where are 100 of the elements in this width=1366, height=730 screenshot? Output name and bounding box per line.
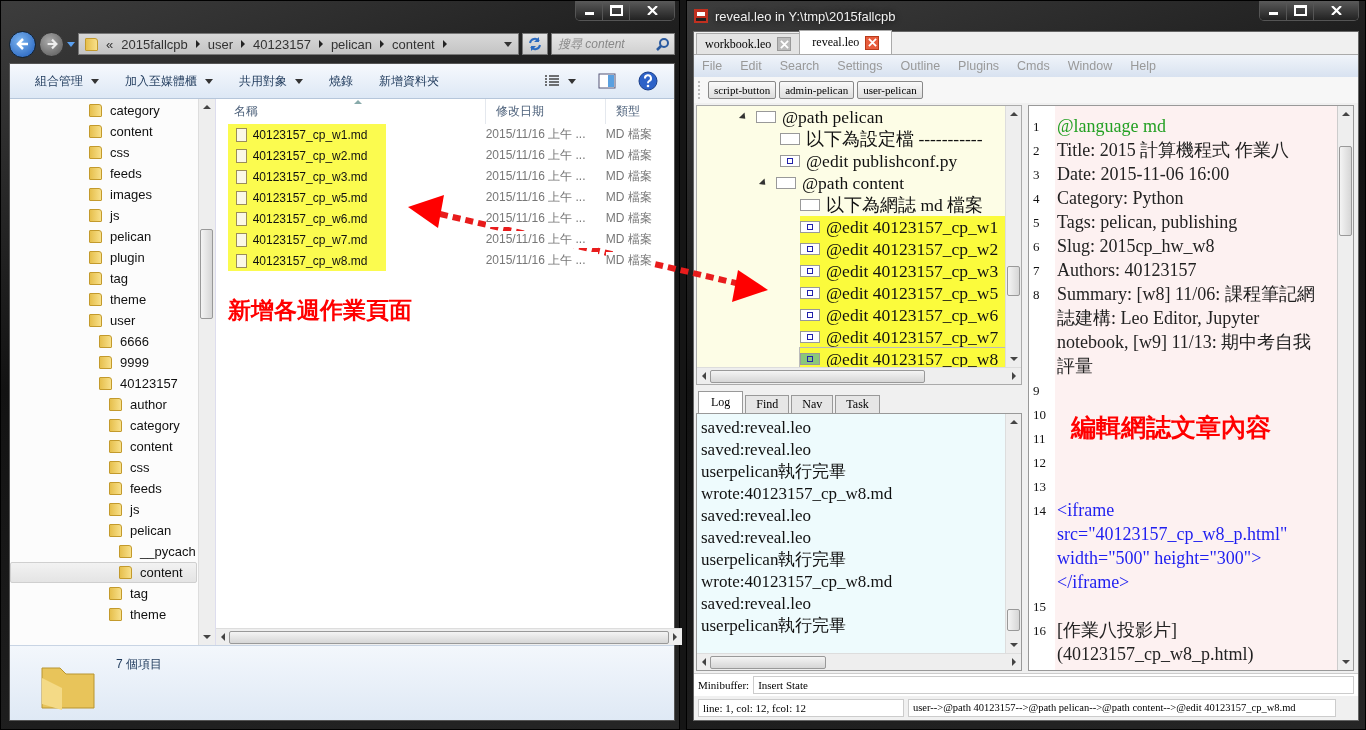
horizontal-scrollbar[interactable] (215, 628, 682, 645)
minimize-button[interactable] (576, 1, 603, 20)
outline-node[interactable]: 以下為設定檔 ----------- (780, 128, 1005, 150)
folder-tree-item[interactable]: pelican (10, 226, 197, 247)
horizontal-scrollbar[interactable] (697, 367, 1021, 384)
folder-tree-item[interactable]: content (10, 436, 197, 457)
scrollbar-thumb[interactable] (710, 655, 826, 669)
chevron-icon[interactable] (241, 40, 246, 48)
chevron-icon[interactable] (195, 40, 200, 48)
file-tab[interactable]: reveal.leo (799, 30, 893, 54)
folder-tree-item[interactable]: css (10, 457, 197, 478)
tab-close-icon[interactable] (777, 37, 792, 51)
folder-tree-item[interactable]: __pycach (10, 541, 197, 562)
minibuffer-field[interactable]: Insert State (753, 676, 1354, 694)
folder-tree-item[interactable]: pelican (10, 520, 197, 541)
file-name-cell[interactable]: 40123157_cp_w7.md (227, 229, 386, 250)
address-bar[interactable]: « 2015fallcpb user 40123157 pelican content (78, 33, 519, 55)
file-name-cell[interactable]: 40123157_cp_w3.md (227, 166, 386, 187)
folder-tree-item[interactable]: tag (10, 583, 197, 604)
log-tab[interactable]: Nav (791, 395, 834, 413)
back-button[interactable] (9, 30, 36, 58)
folder-tree-item[interactable]: js (10, 205, 197, 226)
folder-icon (109, 440, 122, 453)
file-tab[interactable]: workbook.leo (696, 33, 801, 54)
column-header[interactable]: 類型 (605, 99, 682, 124)
toolbar-button[interactable]: 加入至媒體櫃 (116, 68, 222, 94)
scrollbar-thumb[interactable] (710, 369, 925, 383)
dropdown-icon[interactable] (504, 41, 512, 47)
outline-node[interactable]: @edit 40123157_cp_w2 (800, 238, 1005, 260)
toolbar-button[interactable]: 新增資料夾 (370, 68, 448, 94)
close-button[interactable] (1314, 1, 1358, 20)
breadcrumb-item[interactable]: content (392, 36, 435, 52)
breadcrumb-item[interactable]: 40123157 (253, 36, 311, 52)
breadcrumb-item[interactable]: pelican (330, 36, 373, 52)
folder-tree-item[interactable]: theme (10, 604, 197, 625)
maximize-button[interactable] (603, 1, 630, 20)
log-tab[interactable]: Log (698, 391, 744, 413)
folder-tree-item[interactable]: content (10, 121, 197, 142)
folder-tree-item[interactable]: category (10, 415, 197, 436)
refresh-button[interactable] (522, 33, 548, 55)
overflow-crumb[interactable]: « (106, 36, 114, 52)
folder-tree-item[interactable]: author (10, 394, 197, 415)
folder-tree-item[interactable]: tag (10, 268, 197, 289)
scrollbar-thumb[interactable] (228, 630, 669, 644)
folder-tree-item[interactable]: theme (10, 289, 197, 310)
scrollbar-thumb[interactable] (1339, 146, 1352, 236)
toolbar-button[interactable]: 組合管理 (26, 68, 108, 94)
outline-node[interactable]: @edit 40123157_cp_w7 (800, 326, 1005, 348)
outline-node[interactable]: @edit 40123157_cp_w5 (800, 282, 1005, 304)
toolbar-button[interactable]: 燒錄 (320, 68, 362, 94)
folder-tree-item[interactable]: category (10, 100, 197, 121)
outline-node[interactable]: 以下為網誌 md 檔案 (800, 194, 1005, 216)
outline-node[interactable]: @edit publishconf.py (780, 150, 1005, 172)
folder-tree-item[interactable]: 40123157 (10, 373, 197, 394)
folder-tree-item[interactable]: css (10, 142, 197, 163)
outline-node[interactable]: @path content (776, 172, 1005, 194)
minimize-button[interactable] (1260, 1, 1287, 20)
vertical-scrollbar[interactable] (1337, 106, 1353, 670)
breadcrumb-item[interactable]: 2015fallcpb (121, 36, 188, 52)
outline-node[interactable]: @edit 40123157_cp_w1 (800, 216, 1005, 238)
chevron-icon[interactable] (380, 40, 385, 48)
outline-node[interactable]: @edit 40123157_cp_w3 (800, 260, 1005, 282)
script-button[interactable]: script-button (708, 81, 777, 99)
folder-tree-item[interactable]: js (10, 499, 197, 520)
file-name-cell[interactable]: 40123157_cp_w2.md (227, 145, 386, 166)
forward-button[interactable] (39, 31, 64, 57)
script-button[interactable]: user-pelican (857, 81, 923, 99)
scrollbar-thumb[interactable] (200, 229, 214, 319)
scrollbar-thumb[interactable] (1007, 609, 1020, 631)
chevron-icon[interactable] (442, 40, 447, 48)
folder-tree-item[interactable]: 9999 (10, 352, 197, 373)
folder-tree-item[interactable]: images (10, 184, 197, 205)
close-button[interactable] (630, 1, 674, 20)
outline-node[interactable]: @path pelican (756, 106, 1005, 128)
log-tab[interactable]: Find (745, 395, 790, 413)
vertical-scrollbar[interactable] (1005, 106, 1021, 367)
folder-tree-item[interactable]: plugin (10, 247, 197, 268)
vertical-scrollbar[interactable] (197, 99, 215, 645)
maximize-button[interactable] (1287, 1, 1314, 20)
folder-tree-item[interactable]: feeds (10, 478, 197, 499)
file-name-cell[interactable]: 40123157_cp_w6.md (227, 208, 386, 229)
horizontal-scrollbar[interactable] (697, 653, 1021, 670)
column-header[interactable]: 修改日期 (485, 99, 606, 124)
folder-tree-item[interactable]: content (10, 562, 197, 583)
file-name-cell[interactable]: 40123157_cp_w8.md (227, 250, 386, 271)
search-field[interactable]: 搜尋 content (551, 33, 675, 55)
breadcrumb-item[interactable]: user (207, 36, 234, 52)
outline-node[interactable]: @edit 40123157_cp_w6 (800, 304, 1005, 326)
chevron-icon[interactable] (318, 40, 323, 48)
file-name-cell[interactable]: 40123157_cp_w1.md (227, 124, 386, 145)
folder-tree-item[interactable]: feeds (10, 163, 197, 184)
vertical-scrollbar[interactable] (1005, 414, 1021, 653)
script-button[interactable]: admin-pelican (779, 81, 855, 99)
log-tab[interactable]: Task (835, 395, 880, 413)
folder-tree-item[interactable]: 6666 (10, 331, 197, 352)
tab-close-icon[interactable] (865, 35, 880, 50)
file-name-cell[interactable]: 40123157_cp_w5.md (227, 187, 386, 208)
folder-tree-item[interactable]: user (10, 310, 197, 331)
scrollbar-thumb[interactable] (1007, 266, 1020, 296)
toolbar-button[interactable]: 共用對象 (230, 68, 312, 94)
